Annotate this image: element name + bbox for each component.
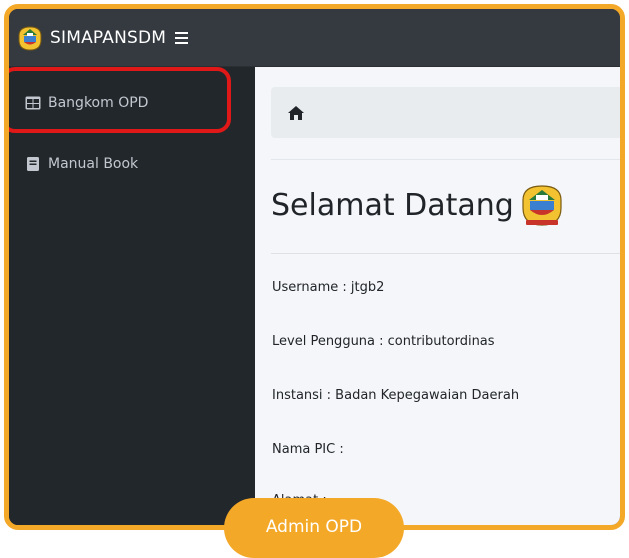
instansi-text: Instansi : Badan Kepegawaian Daerah	[272, 388, 520, 403]
sidebar: Bangkom OPD Manual Book	[9, 67, 255, 525]
menu-toggle-icon[interactable]	[175, 29, 193, 47]
central-java-emblem-icon	[18, 25, 42, 51]
page-title: Selamat Datang	[271, 182, 564, 228]
central-java-emblem-icon	[522, 185, 562, 226]
divider	[271, 253, 620, 254]
pic-text: Nama PIC :	[272, 442, 344, 457]
sidebar-item-bangkom-opd[interactable]: Bangkom OPD	[9, 92, 255, 114]
sidebar-item-label: Bangkom OPD	[48, 95, 149, 111]
app-frame: SIMAPANSDM Bangkom OPD Manual Book Selam…	[4, 4, 625, 530]
home-icon[interactable]	[288, 105, 304, 120]
app-title: SIMAPANSDM	[50, 27, 167, 48]
top-navbar: SIMAPANSDM	[9, 9, 620, 67]
welcome-text: Selamat Datang	[271, 187, 514, 223]
sidebar-item-label: Manual Book	[48, 156, 139, 172]
level-text: Level Pengguna : contributordinas	[272, 334, 495, 349]
main-content: Selamat Datang Username : jtgb2 Level Pe…	[255, 67, 620, 525]
breadcrumb	[271, 87, 620, 138]
username-text: Username : jtgb2	[272, 280, 385, 295]
table-icon	[25, 96, 41, 110]
role-badge: Admin OPD	[224, 498, 404, 558]
sidebar-item-manual-book[interactable]: Manual Book	[9, 153, 255, 175]
brand[interactable]: SIMAPANSDM	[16, 24, 166, 52]
divider	[271, 159, 620, 160]
book-icon	[27, 157, 39, 171]
